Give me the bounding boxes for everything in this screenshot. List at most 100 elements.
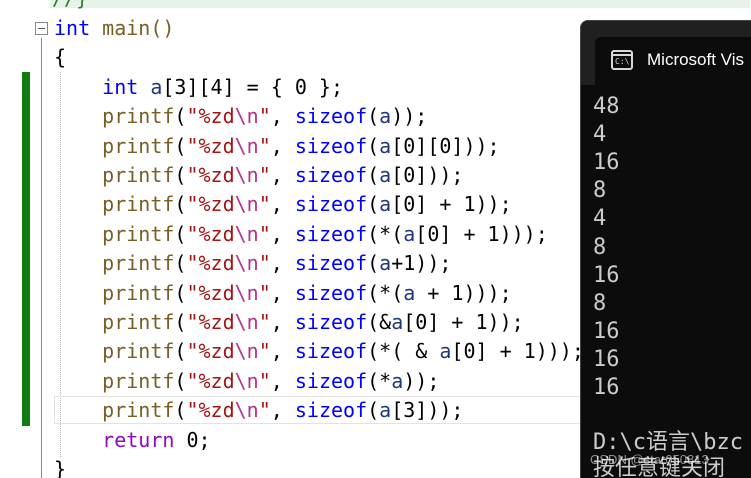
terminal-icon: C:\ [611,50,633,70]
code-token: sizeof [294,398,368,423]
previous-line-fragment: //} [52,0,88,10]
console-output-line: 8 [593,178,607,204]
code-token: [0] + 1))); [451,339,584,364]
code-token: a [439,339,452,364]
code-line[interactable]: printf("%zd\n", sizeof(*(a + 1))); [54,279,511,307]
code-token: printf [102,104,175,129]
code-token: sizeof [294,221,368,246]
code-token: main() [90,16,175,40]
code-token: ( [367,192,380,217]
code-token: , [270,221,295,246]
console-titlebar[interactable]: C:\ Microsoft Vis [581,21,751,85]
code-token: printf [102,133,175,158]
code-token: printf [102,163,175,187]
code-line[interactable]: printf("%zd\n", sizeof(a+1)); [54,249,451,277]
code-token: a [379,163,392,187]
console-output-line: 48 [593,94,620,119]
code-token: sizeof [294,163,368,187]
console-output-line: 16 [593,150,620,176]
code-token: printf [102,368,175,393]
code-token: [0] + 1)); [391,192,512,217]
code-token: "%zd [186,163,235,187]
code-line[interactable]: return 0; [54,426,210,454]
code-line[interactable]: int a[3][4] = { 0 }; [54,73,343,101]
code-token: \n [234,310,259,334]
change-indicator-bar [22,72,30,410]
outline-guide [41,38,42,478]
code-token: a [379,398,392,423]
code-token: ( [367,163,380,187]
code-line[interactable]: printf("%zd\n", sizeof(a[0] + 1)); [54,190,512,218]
code-token: \n [234,339,259,364]
code-token: sizeof [294,280,368,305]
code-token: " [258,398,271,423]
code-token: [0])); [391,163,464,187]
code-token: , [270,368,295,393]
code-line[interactable]: printf("%zd\n", sizeof(a[3])); [54,396,463,424]
code-token: a [403,221,416,246]
code-token: (& [367,310,392,334]
console-output-line: 16 [593,375,620,400]
code-line[interactable]: { [54,43,66,71]
code-line[interactable]: printf("%zd\n", sizeof(a[0][0])); [54,132,500,160]
code-token: printf [102,339,175,364]
console-tab[interactable]: C:\ Microsoft Vis [595,37,751,85]
code-token: ( [174,163,187,187]
code-token: [3])); [391,398,464,423]
code-token: sizeof [294,310,368,334]
code-token: " [258,133,271,158]
code-token: int [102,74,139,99]
code-token: a [403,280,416,305]
code-token: , [270,310,295,334]
code-token: , [270,339,295,364]
code-token: " [258,251,271,276]
code-token: , [270,192,295,217]
code-token: "%zd [186,192,235,217]
code-token: [0][0])); [391,133,500,158]
code-token: "%zd [186,339,235,364]
code-token: sizeof [294,368,368,393]
code-line[interactable]: printf("%zd\n", sizeof(&a[0] + 1)); [54,308,524,336]
console-output-line: 16 [593,318,620,344]
code-token: \n [234,368,259,393]
code-token: , [270,251,295,276]
code-token: } [54,457,67,478]
code-token: printf [102,192,175,217]
code-token: printf [102,280,175,305]
code-token: " [258,280,271,305]
code-token: , [270,398,295,423]
code-line[interactable]: printf("%zd\n", sizeof(*(a[0] + 1))); [54,220,548,248]
code-token: \n [234,251,259,276]
code-token: "%zd [186,104,235,129]
code-token: , [270,280,295,305]
code-token: \n [234,192,259,217]
code-line[interactable]: int main() [54,14,174,42]
code-token: [0] + 1)); [403,310,524,334]
code-token: +1)); [391,251,452,276]
code-line[interactable]: } [54,455,66,478]
code-token: (*( [367,221,404,246]
screenshot-stage: //} int main(){ int a[3][4] = { 0 }; pri… [0,0,751,478]
code-token: ( [367,104,380,129]
code-line[interactable]: printf("%zd\n", sizeof(*( & a[0] + 1))); [54,337,584,365]
code-token: "%zd [186,310,235,334]
code-token: " [258,310,271,334]
code-token: ( [174,221,187,246]
code-token: a [379,104,392,129]
console-window[interactable]: C:\ Microsoft Vis 48 4 16 8 4 8 16 8 16 16 16 D:\c… [580,20,751,478]
code-token: " [258,192,271,217]
code-line[interactable]: printf("%zd\n", sizeof(*a)); [54,367,439,395]
watermark: CSDN @star050813 [590,452,709,467]
code-line[interactable]: printf("%zd\n", sizeof(a[0])); [54,161,463,189]
code-line[interactable]: printf("%zd\n", sizeof(a)); [54,102,427,130]
collapse-icon[interactable] [35,22,48,35]
code-token: sizeof [294,339,368,364]
code-token: , [270,133,295,158]
previous-line-strip [50,0,750,8]
code-token: return [102,427,175,452]
code-token: ( [174,310,187,334]
